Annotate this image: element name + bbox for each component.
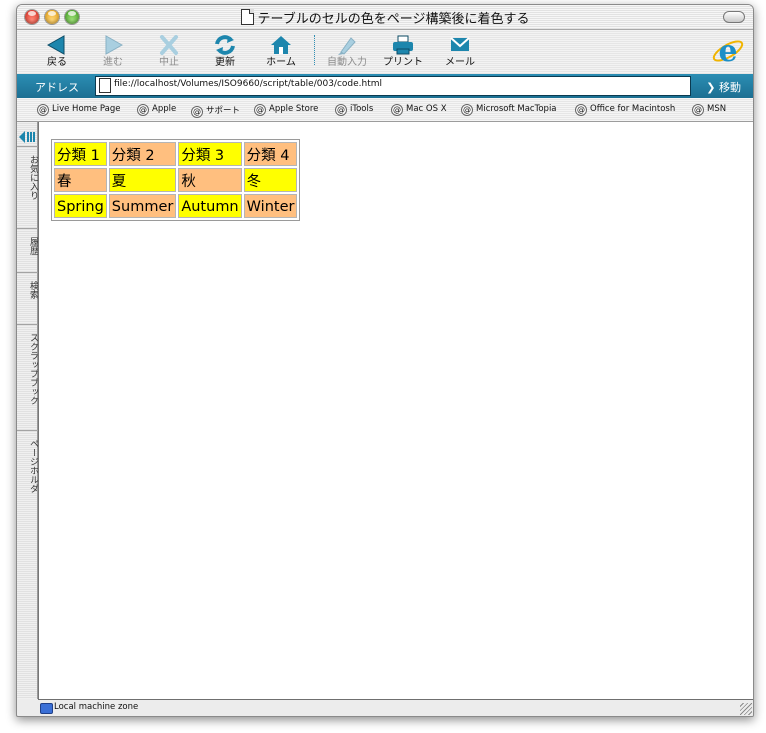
refresh-icon — [213, 34, 237, 56]
table-cell: 秋 — [178, 168, 242, 192]
favorite-apple[interactable]: @ Apple — [137, 104, 176, 116]
go-button[interactable]: ❯ 移動 — [706, 79, 741, 95]
title-bar[interactable]: テーブルのセルの色をページ構築後に着色する — [17, 5, 753, 30]
favorites-bar: @ Live Home Page @ Apple @ サポート @ Apple Stor… — [17, 98, 753, 122]
at-icon: @ — [461, 104, 473, 116]
favorite-apple-store[interactable]: @ Apple Store — [254, 104, 318, 116]
printer-icon — [391, 34, 415, 56]
resize-grip-icon[interactable] — [740, 703, 752, 715]
colored-table: 分類 1 分類 2 分類 3 分類 4 春 夏 秋 冬 Spring Summe… — [51, 139, 301, 221]
table-cell: 夏 — [108, 168, 177, 192]
sidebar-tab-scrapbook[interactable]: スクラップブック — [17, 324, 40, 411]
favorite-mac-os-x[interactable]: @ Mac OS X — [391, 104, 447, 116]
sidebar-toggle-icon[interactable] — [19, 128, 35, 143]
go-label: 移動 — [719, 81, 741, 94]
table-cell: 分類 1 — [54, 142, 107, 166]
mail-label: メール — [445, 57, 475, 68]
table-row: 春 夏 秋 冬 — [54, 168, 298, 192]
favorite-msn[interactable]: @ MSN — [692, 104, 726, 116]
at-icon: @ — [254, 104, 266, 116]
toolbar-toggle-button[interactable] — [723, 11, 745, 23]
stop-x-icon — [157, 34, 181, 56]
zone-label: Local machine zone — [54, 702, 139, 712]
home-icon — [269, 34, 293, 56]
page-content: 分類 1 分類 2 分類 3 分類 4 春 夏 秋 冬 Spring Summe… — [38, 122, 753, 699]
at-icon: @ — [391, 104, 403, 116]
sidebar-tab-history[interactable]: 履歴 — [17, 228, 40, 261]
sidebar-tab-page-holder[interactable]: ページホルダ — [17, 430, 40, 499]
table-cell: Summer — [108, 194, 177, 218]
table-row: 分類 1 分類 2 分類 3 分類 4 — [54, 142, 298, 166]
autofill-pen-icon — [335, 34, 359, 56]
toolbar: 戻る 進む 中止 更新 ホーム 自動入力 プリント メール e — [17, 30, 753, 74]
stop-label: 中止 — [159, 57, 179, 68]
table-row: Spring Summer Autumn Winter — [54, 194, 298, 218]
status-bar: Local machine zone — [38, 699, 753, 716]
home-button[interactable]: ホーム — [255, 32, 307, 72]
address-bar: アドレス ❯ 移動 — [17, 74, 753, 98]
table-cell: 分類 4 — [243, 142, 298, 166]
sidebar-tab-search[interactable]: 検索 — [17, 272, 40, 305]
table-cell: 春 — [54, 168, 107, 192]
favorite-office-for-macintosh[interactable]: @ Office for Macintosh — [575, 104, 675, 116]
mail-envelope-icon — [448, 34, 472, 56]
browser-window: テーブルのセルの色をページ構築後に着色する 戻る 進む 中止 更新 ホーム 自動… — [16, 4, 754, 717]
mail-button[interactable]: メール — [434, 32, 486, 72]
at-icon: @ — [37, 104, 49, 116]
zone-icon — [40, 703, 53, 714]
forward-arrow-icon — [101, 34, 125, 56]
back-label: 戻る — [47, 57, 67, 68]
favorite-support[interactable]: @ サポート — [191, 104, 240, 118]
toolbar-separator — [314, 35, 315, 65]
back-button[interactable]: 戻る — [31, 32, 83, 72]
favorite-itools[interactable]: @ iTools — [335, 104, 373, 116]
at-icon: @ — [692, 104, 704, 116]
address-label: アドレス — [35, 81, 79, 94]
table-cell: Winter — [243, 194, 298, 218]
sidebar-tab-favorites[interactable]: お気に入り — [17, 146, 40, 206]
at-icon: @ — [335, 104, 347, 116]
refresh-button[interactable]: 更新 — [199, 32, 251, 72]
page-icon — [99, 78, 111, 93]
print-label: プリント — [383, 57, 423, 68]
address-field[interactable] — [95, 76, 691, 96]
print-button[interactable]: プリント — [377, 32, 429, 72]
table-cell: 分類 2 — [108, 142, 177, 166]
forward-button[interactable]: 進む — [87, 32, 139, 72]
at-icon: @ — [137, 104, 149, 116]
autofill-button[interactable]: 自動入力 — [321, 32, 373, 72]
at-icon: @ — [575, 104, 587, 116]
url-input[interactable] — [114, 79, 674, 89]
svg-text:e: e — [718, 34, 737, 68]
favorite-live-home-page[interactable]: @ Live Home Page — [37, 104, 120, 116]
favorite-microsoft-mactopia[interactable]: @ Microsoft MacTopia — [461, 104, 557, 116]
autofill-label: 自動入力 — [327, 57, 367, 68]
table-cell: 冬 — [243, 168, 298, 192]
forward-label: 進む — [103, 57, 123, 68]
explorer-sidebar: お気に入り 履歴 検索 スクラップブック ページホルダ — [17, 122, 40, 699]
at-icon: @ — [191, 106, 203, 118]
home-label: ホーム — [266, 57, 296, 68]
window-title: テーブルのセルの色をページ構築後に着色する — [257, 12, 530, 27]
table-cell: 分類 3 — [178, 142, 242, 166]
internet-explorer-logo-icon: e — [711, 34, 745, 69]
back-arrow-icon — [45, 34, 69, 56]
stop-button[interactable]: 中止 — [143, 32, 195, 72]
refresh-label: 更新 — [215, 57, 235, 68]
table-cell: Spring — [54, 194, 107, 218]
table-cell: Autumn — [178, 194, 242, 218]
document-icon — [240, 9, 254, 25]
